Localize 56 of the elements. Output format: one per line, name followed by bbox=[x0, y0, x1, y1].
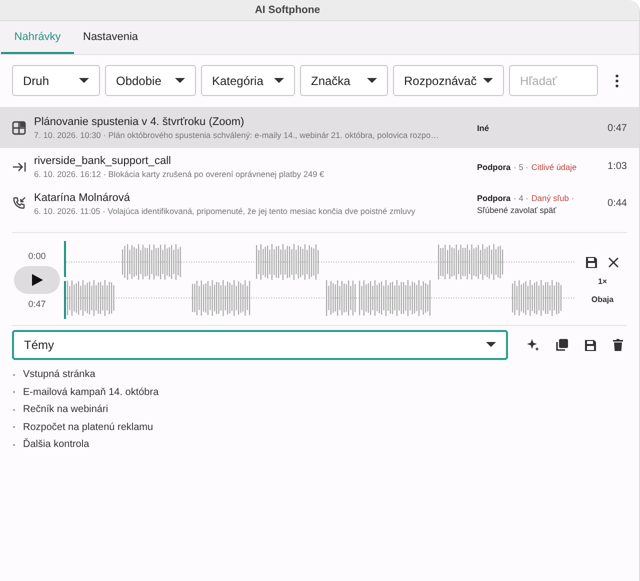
start-time: 0:00 bbox=[28, 251, 46, 261]
topic-item: Rečník na webinári bbox=[23, 404, 108, 416]
note-label: Sľúbené zavolať späť bbox=[477, 204, 556, 214]
recording-title: riverside_bank_support_call bbox=[34, 154, 172, 166]
flag-label: Citlivé údaje bbox=[531, 162, 577, 172]
filter-dropdown[interactable]: Obdobie bbox=[105, 65, 196, 96]
tab[interactable]: Nastavenia bbox=[75, 21, 146, 54]
caret-icon bbox=[274, 78, 284, 84]
caret-icon bbox=[486, 342, 496, 348]
score-label: · 5 · bbox=[514, 162, 528, 172]
topic-item: Ďalšia kontrola bbox=[23, 439, 90, 450]
more-icon[interactable] bbox=[615, 74, 619, 88]
sparkle-icon[interactable] bbox=[527, 339, 539, 351]
caret-icon bbox=[79, 78, 89, 84]
recording-summary: 6. 10. 2026. 11:05 · Volajúca identifikovaná, pripomenuté, že jej tento mesiac končia dve poistné zmluvy bbox=[34, 206, 416, 216]
close-icon[interactable] bbox=[608, 256, 619, 268]
recording-row[interactable]: riverside_bank_support_call 6. 10. 2026. 16:12 · Blokácia karty zrušená po overení oprávnenej platby 249 € Podpora · 5 · Citlivé údaje 1:03 bbox=[0, 148, 639, 185]
category-label: Podpora bbox=[477, 162, 511, 172]
duration-label: 0:47 bbox=[606, 122, 627, 134]
filter-dropdown[interactable]: Značka bbox=[300, 65, 388, 96]
save-icon[interactable] bbox=[585, 340, 596, 350]
grid-icon bbox=[12, 121, 26, 135]
end-time: 0:47 bbox=[28, 299, 46, 309]
play-button[interactable] bbox=[14, 266, 60, 294]
flag-label: Daný sľub · bbox=[531, 192, 574, 202]
duration-label: 1:03 bbox=[606, 161, 627, 172]
topics-dropdown[interactable]: Témy bbox=[12, 330, 508, 360]
channel-button[interactable]: Obaja bbox=[591, 294, 614, 304]
play-icon bbox=[32, 274, 42, 286]
score-label: · 4 · bbox=[514, 192, 528, 202]
window-title: AI Softphone bbox=[254, 4, 320, 16]
filter-dropdown[interactable]: Rozpoznávač bbox=[393, 65, 504, 96]
trash-icon[interactable] bbox=[613, 339, 623, 351]
category-label: Iné bbox=[477, 123, 489, 133]
search-field[interactable]: Hľadať bbox=[509, 65, 598, 96]
filter-dropdown[interactable]: Druh bbox=[12, 65, 100, 96]
caret-icon bbox=[483, 78, 493, 84]
filter-dropdown[interactable]: Kategória bbox=[201, 65, 295, 96]
caret-icon bbox=[367, 78, 377, 84]
copy-icon[interactable] bbox=[556, 339, 568, 351]
caret-icon bbox=[175, 78, 185, 84]
recording-row[interactable]: Katarína Molnárová 6. 10. 2026. 11:05 · Volajúca identifikovaná, pripomenuté, že jej tento mesiac končia dve poistné zmluvy Podpora · 4 · Daný sľub · Sľúbené zavolať späť 0:44 bbox=[0, 185, 639, 222]
category-label: Podpora bbox=[477, 192, 511, 202]
recording-row[interactable]: Plánovanie spustenia v 4. štvrťroku (Zoom) 7. 10. 2026. 10:30 · Plán októbrového spustenia schválený: e-maily 14., webinár 21. októbra, polovica rozpo… Iné 0:47 bbox=[0, 108, 639, 148]
incoming-call-icon bbox=[12, 196, 26, 211]
recording-title: Plánovanie spustenia v 4. štvrťroku (Zoom) bbox=[34, 116, 246, 128]
recording-summary: 7. 10. 2026. 10:30 · Plán októbrového spustenia schválený: e-maily 14., webinár 21. októbra, polovica rozpo… bbox=[34, 130, 440, 140]
speed-button[interactable]: 1× bbox=[598, 276, 608, 286]
topic-item: Vstupná stránka bbox=[23, 369, 96, 380]
recording-title: Katarína Molnárová bbox=[34, 192, 131, 204]
recording-summary: 6. 10. 2026. 16:12 · Blokácia karty zrušená po overení oprávnenej platby 249 € bbox=[34, 168, 326, 178]
topic-item: E-mailová kampaň 14. októbra bbox=[23, 386, 159, 398]
arrow-to-bar-icon bbox=[12, 160, 26, 172]
topic-item: Rozpočet na platenú reklamu bbox=[23, 422, 154, 433]
duration-label: 0:44 bbox=[606, 198, 627, 209]
save-icon[interactable] bbox=[586, 256, 597, 268]
